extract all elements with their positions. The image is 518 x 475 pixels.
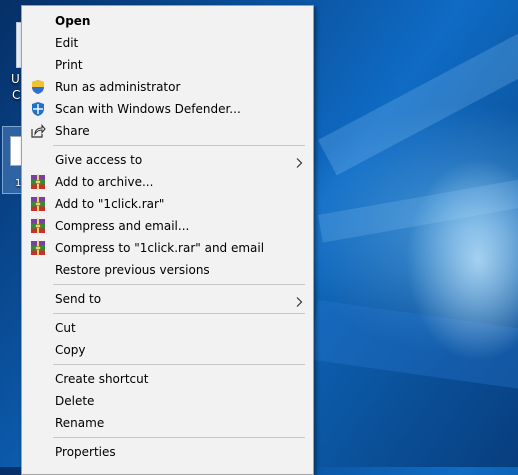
menu-item-run-as-administrator[interactable]: Run as administrator [22, 76, 313, 98]
menu-item-give-access-to[interactable]: Give access to [22, 149, 313, 171]
winrar-icon [30, 196, 46, 212]
menu-item-compress-and-email[interactable]: Compress and email... [22, 215, 313, 237]
share-icon [30, 123, 46, 139]
menu-item-label: Open [55, 14, 91, 28]
menu-item-print[interactable]: Print [22, 54, 313, 76]
menu-item-label: Delete [55, 394, 95, 408]
winrar-icon [30, 218, 46, 234]
menu-item-label: Compress and email... [55, 219, 190, 233]
uac-shield-icon [30, 79, 46, 95]
menu-item-create-shortcut[interactable]: Create shortcut [22, 368, 313, 390]
menu-separator [53, 284, 305, 285]
menu-item-open[interactable]: Open [22, 10, 313, 32]
menu-item-rename[interactable]: Rename [22, 412, 313, 434]
menu-item-restore-previous-versions[interactable]: Restore previous versions [22, 259, 313, 281]
chevron-right-icon [293, 293, 305, 307]
menu-item-label: Copy [55, 343, 86, 357]
menu-item-share[interactable]: Share [22, 120, 313, 142]
menu-item-send-to[interactable]: Send to [22, 288, 313, 310]
menu-item-label: Share [55, 124, 90, 138]
menu-item-add-to-1click-rar[interactable]: Add to "1click.rar" [22, 193, 313, 215]
menu-item-properties[interactable]: Properties [22, 441, 313, 463]
menu-item-label: Restore previous versions [55, 263, 210, 277]
wallpaper-glow [400, 150, 518, 370]
menu-item-label: Send to [55, 292, 102, 306]
menu-item-scan-with-windows-defender[interactable]: Scan with Windows Defender... [22, 98, 313, 120]
menu-item-compress-to-1click-rar-and-email[interactable]: Compress to "1click.rar" and email [22, 237, 313, 259]
menu-item-label: Compress to "1click.rar" and email [55, 241, 265, 255]
menu-item-label: Run as administrator [55, 80, 181, 94]
menu-item-label: Give access to [55, 153, 143, 167]
menu-item-delete[interactable]: Delete [22, 390, 313, 412]
menu-item-label: Create shortcut [55, 372, 149, 386]
menu-item-label: Add to "1click.rar" [55, 197, 165, 211]
winrar-icon [30, 174, 46, 190]
menu-separator [53, 145, 305, 146]
menu-item-label: Add to archive... [55, 175, 154, 189]
windows-defender-icon [30, 101, 46, 117]
desktop-icon-label: U [11, 72, 20, 86]
menu-item-add-to-archive[interactable]: Add to archive... [22, 171, 313, 193]
menu-item-label: Rename [55, 416, 105, 430]
menu-item-edit[interactable]: Edit [22, 32, 313, 54]
chevron-right-icon [293, 154, 305, 168]
menu-item-label: Scan with Windows Defender... [55, 102, 241, 116]
menu-item-label: Properties [55, 445, 116, 459]
menu-item-label: Cut [55, 321, 76, 335]
menu-separator [53, 364, 305, 365]
menu-item-cut[interactable]: Cut [22, 317, 313, 339]
menu-separator [53, 313, 305, 314]
context-menu: Open Edit Print Run as administrator Scan wi… [21, 5, 314, 475]
menu-item-label: Edit [55, 36, 79, 50]
menu-item-label: Print [55, 58, 83, 72]
menu-item-copy[interactable]: Copy [22, 339, 313, 361]
winrar-icon [30, 240, 46, 256]
desktop-icon-label: C [12, 88, 21, 102]
menu-separator [53, 437, 305, 438]
